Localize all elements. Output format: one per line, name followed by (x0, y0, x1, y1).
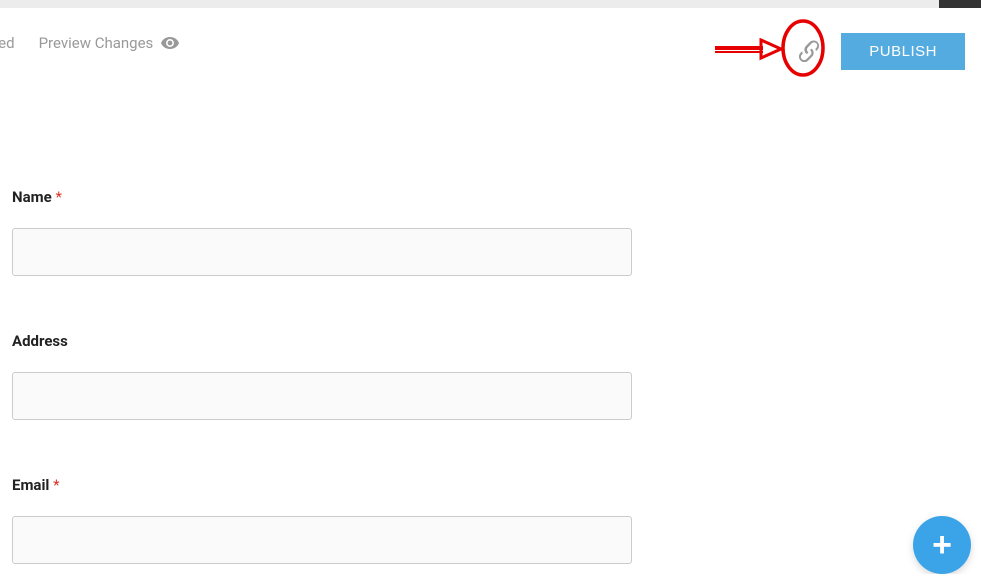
required-asterisk: * (53, 476, 59, 494)
form-field-address: Address (12, 332, 635, 420)
name-input[interactable] (12, 228, 632, 276)
email-label: Email * (12, 476, 635, 494)
form-field-email: Email * (12, 476, 635, 564)
preview-changes-button[interactable]: Preview Changes (39, 34, 180, 52)
add-fab-button[interactable]: + (913, 516, 971, 574)
link-icon (796, 39, 822, 65)
name-label-text: Name (12, 188, 52, 206)
address-label: Address (12, 332, 635, 350)
dark-tab-indicator (939, 0, 981, 8)
required-asterisk: * (55, 188, 61, 206)
tab-advanced-partial[interactable]: nced (0, 34, 15, 52)
email-input[interactable] (12, 516, 632, 564)
publish-button[interactable]: PUBLISH (841, 33, 965, 70)
email-label-text: Email (12, 476, 49, 494)
link-button[interactable] (795, 38, 823, 66)
form-field-name: Name * (12, 188, 635, 276)
toolbar-left-group: nced Preview Changes (0, 34, 179, 52)
preview-changes-label: Preview Changes (39, 34, 154, 52)
address-input[interactable] (12, 372, 632, 420)
name-label: Name * (12, 188, 635, 206)
plus-icon: + (932, 528, 952, 562)
window-top-strip (0, 0, 981, 8)
form-preview: Name * Address Email * (0, 68, 635, 564)
eye-icon (161, 37, 179, 49)
editor-toolbar: nced Preview Changes PUBLISH (0, 8, 981, 68)
address-label-text: Address (12, 332, 68, 350)
toolbar-right-group: PUBLISH (795, 33, 965, 70)
